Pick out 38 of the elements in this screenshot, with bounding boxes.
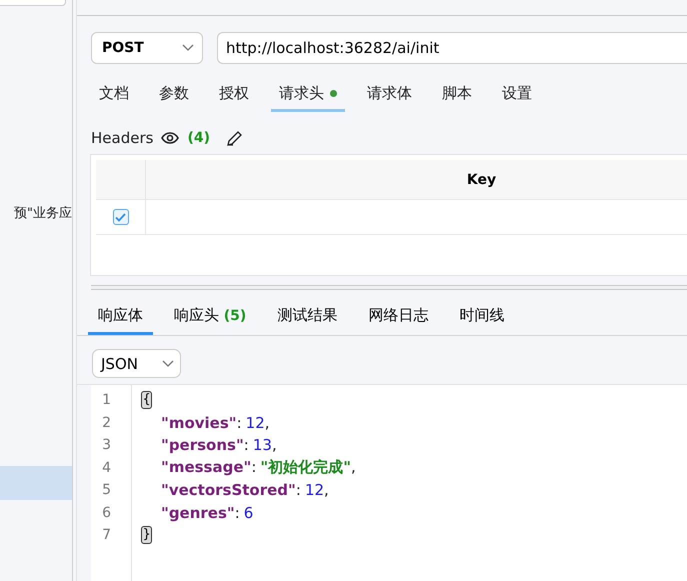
code-brace: } [141,526,152,544]
column-header: Key [466,170,498,190]
response-tab[interactable]: 响应体 [88,300,153,335]
checkbox[interactable] [112,209,128,225]
request-tab[interactable]: 请求头 [271,76,345,112]
request-tab[interactable]: 参数 [151,76,197,112]
line-number: 4 [101,458,112,478]
response-tab[interactable]: 网络日志 [358,300,438,335]
eye-icon[interactable] [161,132,180,144]
response-tab[interactable]: 响应头 (5) [164,300,256,335]
line-number: 7 [101,526,112,545]
request-tab[interactable]: 脚本 [434,76,480,112]
code-line: "vectorsStored": 12, [160,481,330,500]
headers-count: (4) [187,130,210,146]
code-line: "persons": 13, [160,436,278,454]
response-tab[interactable]: 时间线 [449,300,514,335]
code-line: "genres": 6 [160,504,254,522]
code-brace: { [141,391,152,410]
method-select[interactable]: POST [91,32,203,64]
url-field[interactable]: http://localhost:36282/ai/init [217,32,687,64]
request-tab[interactable]: 请求体 [359,76,420,112]
request-tab[interactable]: 设置 [494,76,540,112]
code-line: "message": "初始化完成", [160,458,357,478]
request-tab[interactable]: 授权 [211,76,257,112]
line-number: 2 [101,414,112,432]
response-tab[interactable]: 测试结果 [267,300,348,335]
request-tab[interactable]: 文档 [91,76,137,112]
sidebar-item[interactable]: 预"业务应 [0,196,72,230]
pencil-icon[interactable] [226,130,243,146]
line-number: 3 [101,436,112,455]
line-number: 6 [101,504,112,522]
format-select[interactable]: JSON [92,349,181,378]
code-line: "movies": 12, [160,414,271,432]
chevron-down-icon [162,360,174,368]
line-number: 5 [101,481,112,500]
line-number: 1 [101,391,112,410]
headers-title: Headers [91,129,154,147]
chevron-down-icon [182,44,194,52]
